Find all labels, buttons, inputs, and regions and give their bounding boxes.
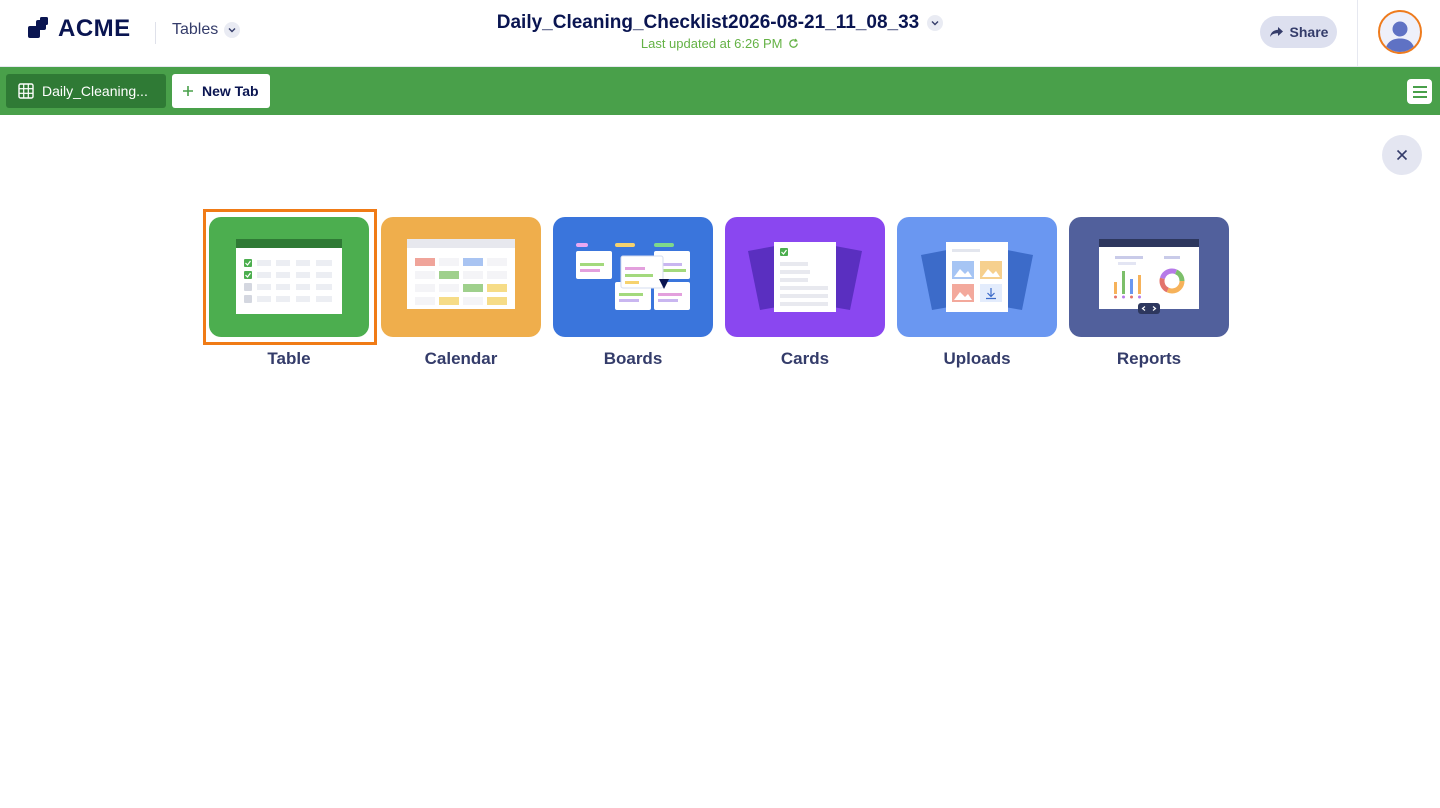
last-updated-text: Last updated at 6:26 PM [640, 36, 783, 51]
reports-view-thumbnail [1069, 217, 1229, 337]
refresh-icon[interactable] [788, 38, 799, 49]
tab-label: Daily_Cleaning... [42, 83, 148, 99]
plus-icon [183, 86, 193, 96]
view-option-reports[interactable]: Reports [1069, 217, 1229, 369]
view-label-uploads: Uploads [943, 349, 1011, 368]
new-tab-button[interactable]: New Tab [172, 74, 270, 108]
view-label-calendar: Calendar [424, 349, 498, 368]
cards-illustration-icon [748, 242, 862, 312]
table-grid-icon [18, 83, 34, 99]
last-updated-status: Last updated at 6:26 PM [0, 36, 1440, 51]
view-option-calendar[interactable]: Calendar [381, 217, 541, 369]
view-options: Table Calendar Boards Cards Uploads Repo… [203, 209, 1229, 369]
hamburger-icon [1412, 85, 1427, 98]
tab-daily-cleaning[interactable]: Daily_Cleaning... [6, 74, 166, 108]
uploads-view-thumbnail [897, 217, 1057, 337]
view-label-boards: Boards [603, 349, 663, 368]
view-option-boards[interactable]: Boards [553, 217, 713, 369]
share-button[interactable]: Share [1260, 16, 1337, 48]
table-illustration-icon [236, 239, 342, 314]
uploads-illustration-icon [921, 242, 1033, 312]
title-block: Daily_Cleaning_Checklist2026-08-21_11_08… [0, 12, 1440, 51]
new-tab-label: New Tab [202, 83, 259, 99]
view-label-table: Table [267, 349, 311, 368]
view-option-table[interactable]: Table [203, 209, 377, 369]
cards-view-thumbnail [725, 217, 885, 337]
header-divider-right [1357, 0, 1358, 67]
close-icon [1396, 149, 1408, 161]
reports-illustration-icon [1099, 239, 1199, 314]
table-view-thumbnail [209, 217, 369, 337]
avatar[interactable] [1378, 10, 1422, 54]
top-header: ACME Tables Daily_Cleaning_Checklist2026… [0, 0, 1440, 67]
boards-illustration-icon [576, 243, 690, 310]
view-option-cards[interactable]: Cards [725, 217, 885, 369]
title-chevron-down-icon[interactable] [927, 15, 944, 31]
boards-view-thumbnail [553, 217, 713, 337]
view-label-cards: Cards [780, 349, 830, 368]
share-label: Share [1289, 24, 1329, 40]
hamburger-menu-button[interactable] [1407, 79, 1432, 104]
view-label-reports: Reports [1116, 349, 1182, 368]
tab-bar: Daily_Cleaning... New Tab [0, 67, 1440, 115]
share-arrow-icon [1269, 27, 1283, 37]
user-avatar-icon [1385, 21, 1415, 52]
view-option-uploads[interactable]: Uploads [897, 217, 1057, 369]
calendar-illustration-icon [407, 239, 515, 309]
close-button[interactable] [1382, 135, 1422, 175]
calendar-view-thumbnail [381, 217, 541, 337]
page-title[interactable]: Daily_Cleaning_Checklist2026-08-21_11_08… [497, 12, 920, 34]
